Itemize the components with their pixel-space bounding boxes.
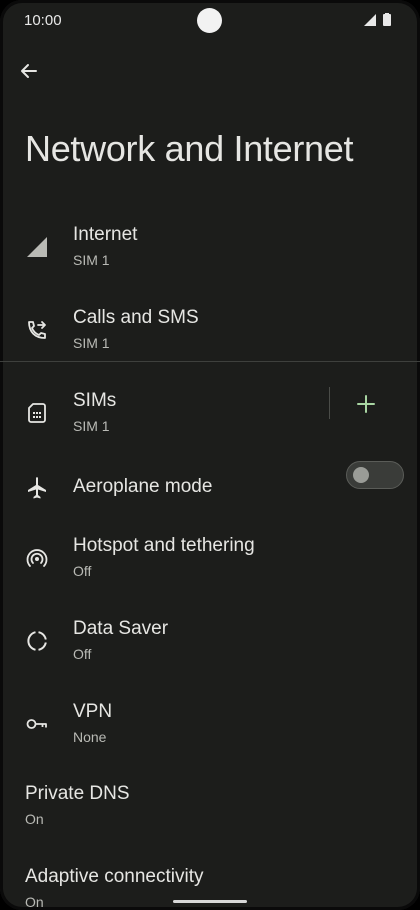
status-icons [362,13,394,27]
vpn-subtitle: None [73,729,107,745]
page-title: Network and Internet [25,128,354,169]
home-indicator[interactable] [173,900,247,903]
private-dns-item[interactable]: Private DNS On [0,765,420,847]
sims-separator [329,387,330,419]
add-sim-button[interactable] [352,390,380,418]
hotspot-item[interactable]: Hotspot and tethering Off [0,517,420,599]
vpn-item[interactable]: VPN None [0,683,420,765]
private-dns-subtitle: On [25,811,44,827]
aeroplane-mode-title: Aeroplane mode [73,476,213,497]
toggle-knob [353,467,369,483]
airplane-icon [28,477,46,499]
sims-subtitle: SIM 1 [73,418,110,434]
status-time: 10:00 [24,12,62,29]
status-bar: 10:00 [0,0,420,42]
hotspot-subtitle: Off [73,563,92,579]
data-saver-item[interactable]: Data Saver Off [0,600,420,682]
sims-title: SIMs [73,390,117,411]
signal-battery-icon [364,13,391,26]
hotspot-title: Hotspot and tethering [73,535,255,556]
calls-sms-title: Calls and SMS [73,307,199,328]
sim-card-icon [28,403,46,423]
phone-screen: 10:00 Network and Internet Internet SIM … [0,0,420,910]
internet-item[interactable]: Internet SIM 1 [0,206,420,288]
vpn-title: VPN [73,701,113,722]
phone-forward-icon [28,321,46,339]
plus-icon [357,395,375,413]
data-saver-title: Data Saver [73,618,169,639]
data-saver-icon [27,631,47,651]
cell-signal-icon [27,237,47,257]
adaptive-connectivity-title: Adaptive connectivity [25,866,204,887]
calls-sms-subtitle: SIM 1 [73,335,110,351]
camera-cutout [197,8,222,33]
private-dns-title: Private DNS [25,783,130,804]
section-divider [0,361,420,362]
back-arrow-icon [21,64,37,78]
internet-title: Internet [73,224,138,245]
hotspot-icon [26,549,48,567]
internet-subtitle: SIM 1 [73,252,110,268]
aeroplane-mode-toggle[interactable] [346,461,404,489]
back-button[interactable] [16,58,42,84]
data-saver-subtitle: Off [73,646,92,662]
key-icon [26,719,47,729]
adaptive-connectivity-subtitle: On [25,894,44,910]
calls-sms-item[interactable]: Calls and SMS SIM 1 [0,289,420,371]
